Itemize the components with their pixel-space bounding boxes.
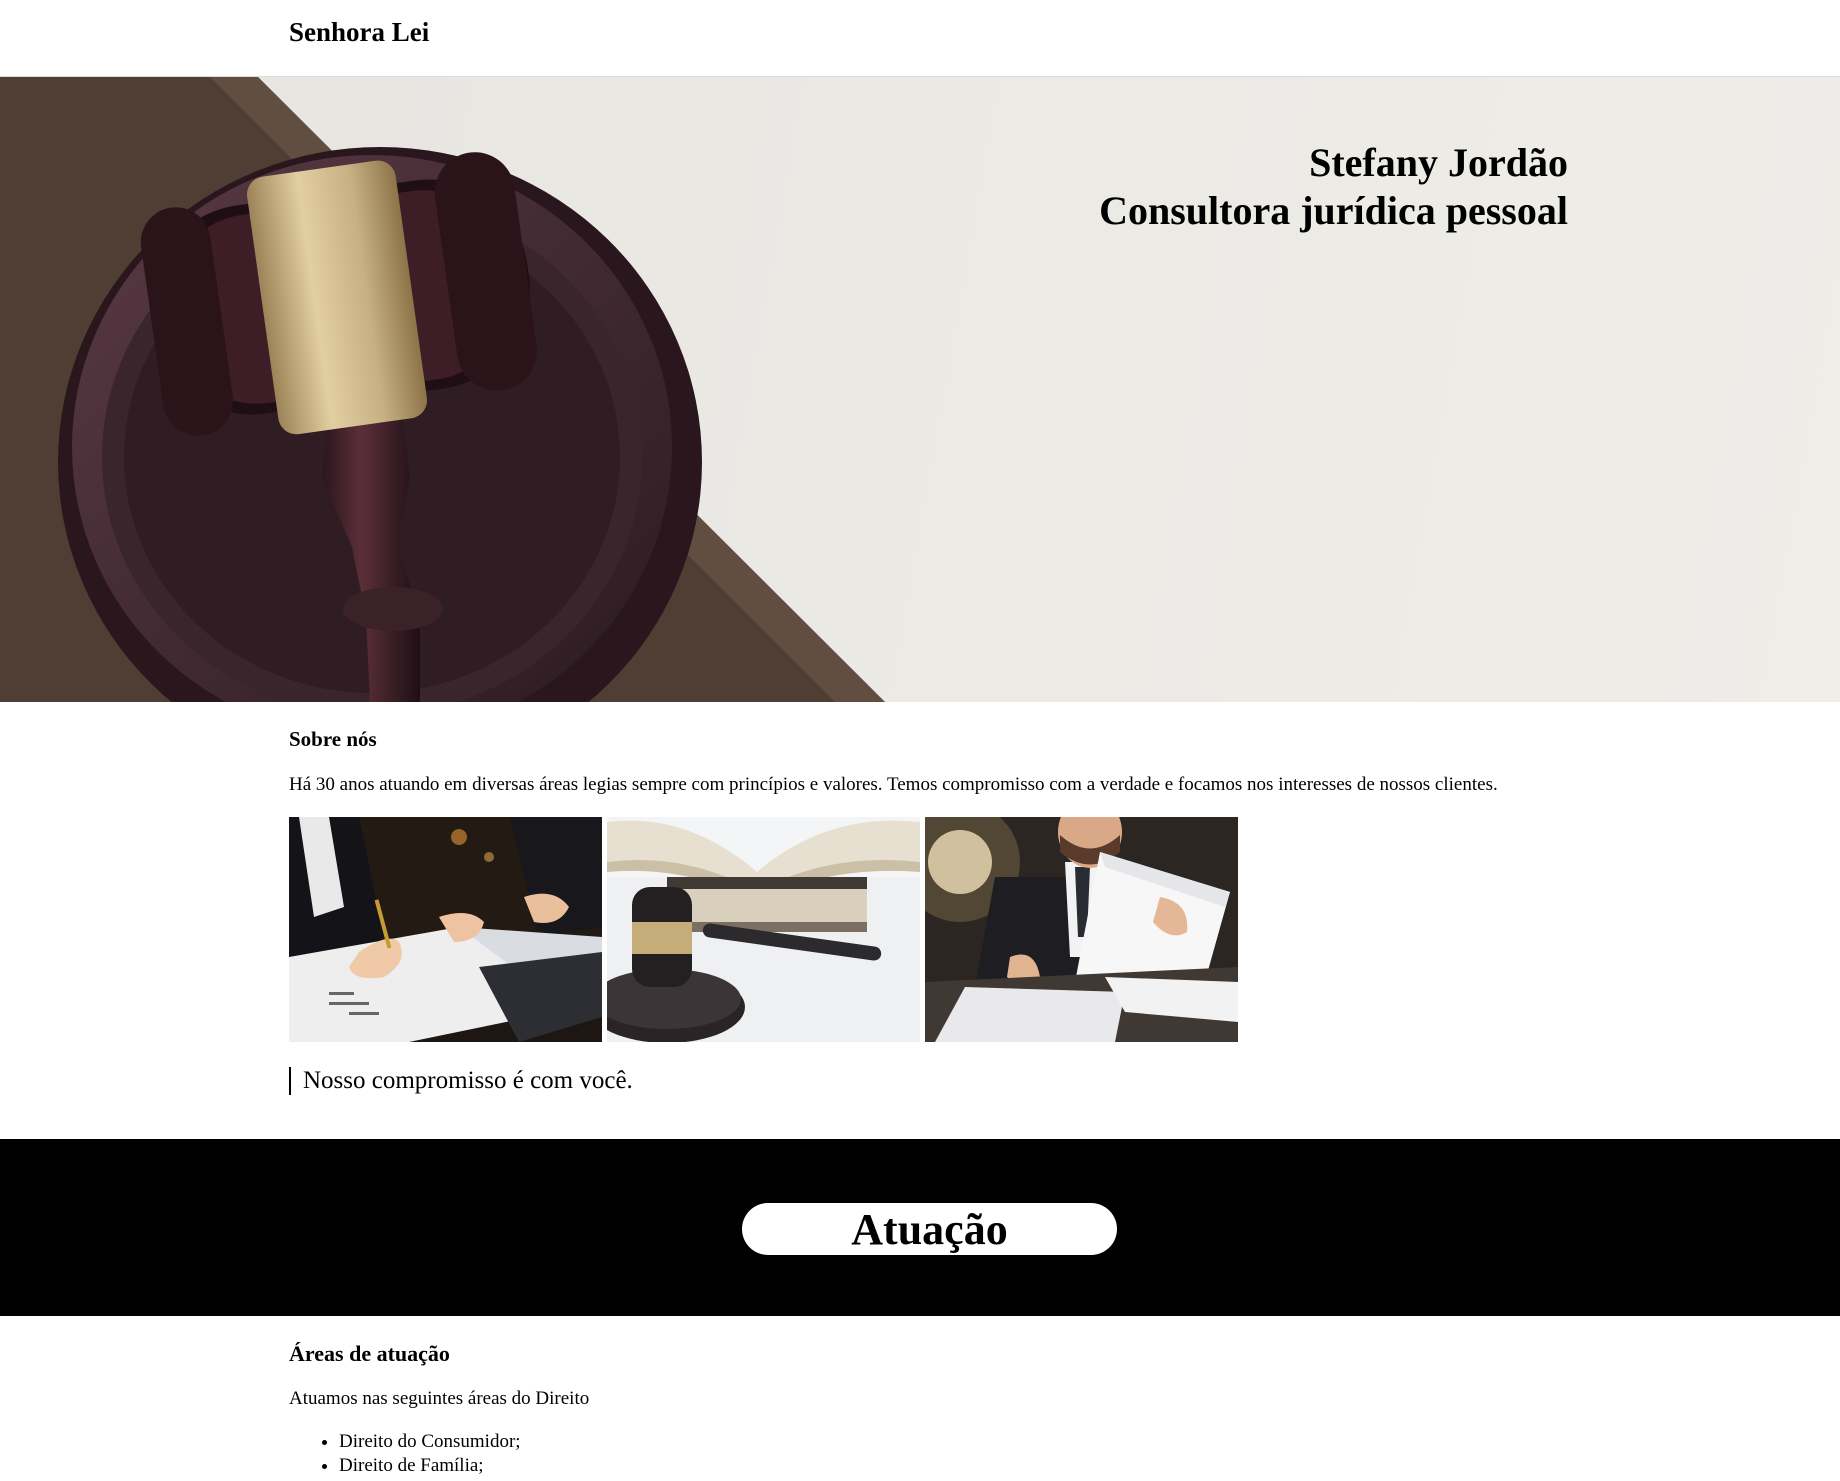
list-item: Direito de Família; — [339, 1454, 521, 1478]
signing-contract-photo — [289, 817, 602, 1042]
areas-intro: Atuamos nas seguintes áreas do Direito — [289, 1388, 590, 1409]
commitment-quote: Nosso compromisso é com você. — [289, 1067, 633, 1095]
site-header: Senhora Lei — [0, 0, 1840, 77]
atuacao-banner: Atuação — [0, 1139, 1840, 1316]
hero-subtitle: Consultora jurídica pessoal — [1099, 188, 1568, 233]
hero-title: Stefany Jordão Consultora jurídica pesso… — [1099, 139, 1568, 235]
gavel-and-books-photo — [607, 817, 920, 1042]
hero-banner: Stefany Jordão Consultora jurídica pesso… — [0, 77, 1840, 702]
man-reading-document-photo — [925, 817, 1238, 1042]
areas-list: Direito do Consumidor; Direito de Famíli… — [289, 1430, 521, 1478]
about-heading: Sobre nós — [289, 727, 377, 751]
hero-name: Stefany Jordão — [1309, 140, 1568, 185]
brand-logo-link[interactable]: Senhora Lei — [289, 17, 429, 48]
about-text: Há 30 anos atuando em diversas áreas leg… — [289, 774, 1498, 795]
areas-heading: Áreas de atuação — [289, 1341, 450, 1366]
atuacao-title-pill: Atuação — [742, 1203, 1117, 1255]
list-item: Direito do Consumidor; — [339, 1430, 521, 1454]
